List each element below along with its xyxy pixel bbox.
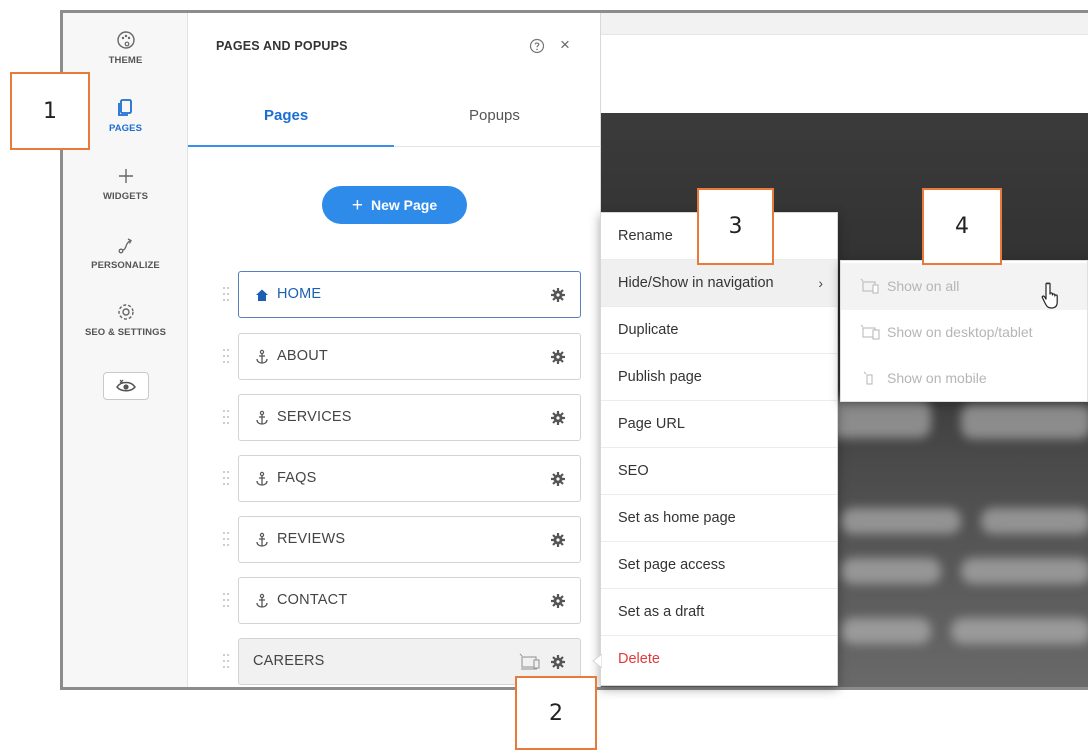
drag-handle[interactable] <box>223 408 229 428</box>
menu-item-label: Hide/Show in navigation <box>618 275 774 291</box>
page-row-contact[interactable]: CONTACT <box>223 577 581 624</box>
eye-icon <box>116 379 136 392</box>
panel-title: PAGES AND POPUPS <box>216 39 348 53</box>
anchor-icon <box>256 471 268 486</box>
drag-handle[interactable] <box>223 530 229 550</box>
callout-3: 3 <box>697 188 774 265</box>
menu-item-set-draft[interactable]: Set as a draft <box>601 589 837 636</box>
gear-icon[interactable] <box>550 593 566 609</box>
palette-icon <box>116 31 135 49</box>
preview-header-bar <box>601 13 1088 35</box>
preview-toggle-button[interactable] <box>103 372 149 400</box>
gear-icon[interactable] <box>550 532 566 548</box>
drag-handle[interactable] <box>223 469 229 489</box>
menu-item-delete[interactable]: Delete <box>601 636 837 683</box>
anchor-icon <box>256 532 268 547</box>
hidden-nav-icon <box>519 653 540 670</box>
page-context-menu: Rename Hide/Show in navigation › Duplica… <box>600 212 838 686</box>
drag-handle[interactable] <box>223 285 229 305</box>
callout-4: 4 <box>922 188 1002 265</box>
menu-item-page-url[interactable]: Page URL <box>601 401 837 448</box>
submenu-item-show-on-mobile[interactable]: Show on mobile <box>841 355 1087 402</box>
submenu-item-show-on-desktop-tablet[interactable]: Show on desktop/tablet <box>841 309 1087 356</box>
gear-icon[interactable] <box>550 287 566 303</box>
page-label: FAQS <box>277 470 317 486</box>
menu-item-seo[interactable]: SEO <box>601 448 837 495</box>
page-label: REVIEWS <box>277 531 346 547</box>
submenu-item-label: Show on all <box>887 278 960 294</box>
page-row-services[interactable]: SERVICES <box>223 394 581 441</box>
rail-item-seo-settings[interactable]: SEO & SETTINGS <box>63 301 188 338</box>
rail-item-label: WIDGETS <box>102 191 149 202</box>
personalize-icon <box>118 238 132 254</box>
gear-icon[interactable] <box>550 654 566 670</box>
rail-item-label: PERSONALIZE <box>91 260 160 271</box>
anchor-icon <box>256 349 268 364</box>
new-page-label: New Page <box>370 197 438 213</box>
gear-icon[interactable] <box>550 471 566 487</box>
tab-popups[interactable]: Popups <box>469 107 520 124</box>
pages-panel: PAGES AND POPUPS × Pages Popups + New Pa… <box>188 13 601 687</box>
page-row-home[interactable]: HOME <box>223 271 581 318</box>
drag-handle[interactable] <box>223 347 229 367</box>
pages-icon <box>117 99 132 116</box>
mobile-icon <box>863 371 873 385</box>
chevron-right-icon: › <box>818 275 823 291</box>
hand-cursor-icon <box>1041 282 1058 309</box>
rail-item-label: THEME <box>108 55 143 66</box>
anchor-icon <box>256 593 268 608</box>
menu-item-duplicate[interactable]: Duplicate <box>601 307 837 354</box>
page-label: CONTACT <box>277 592 348 608</box>
plus-icon <box>118 169 133 183</box>
page-label: SERVICES <box>277 409 352 425</box>
callout-2: 2 <box>515 676 597 750</box>
page-label: ABOUT <box>277 348 328 364</box>
tab-pages[interactable]: Pages <box>264 107 308 124</box>
drag-handle[interactable] <box>223 652 229 672</box>
page-row-about[interactable]: ABOUT <box>223 333 581 380</box>
plus-icon: + <box>351 194 363 216</box>
close-icon[interactable]: × <box>560 36 570 54</box>
page-row-faqs[interactable]: FAQS <box>223 455 581 502</box>
rail-item-label: SEO & SETTINGS <box>84 327 167 338</box>
active-tab-indicator <box>188 145 394 147</box>
callout-1: 1 <box>10 72 90 150</box>
home-icon <box>256 289 268 301</box>
rail-item-theme[interactable]: THEME <box>63 29 188 66</box>
page-row-reviews[interactable]: REVIEWS <box>223 516 581 563</box>
menu-item-publish-page[interactable]: Publish page <box>601 354 837 401</box>
drag-handle[interactable] <box>223 591 229 611</box>
menu-item-set-page-access[interactable]: Set page access <box>601 542 837 589</box>
page-label: HOME <box>277 286 322 302</box>
submenu-item-label: Show on desktop/tablet <box>887 324 1033 340</box>
new-page-button[interactable]: + New Page <box>322 186 467 224</box>
rail-item-widgets[interactable]: WIDGETS <box>63 165 188 202</box>
gear-icon[interactable] <box>550 349 566 365</box>
gear-icon[interactable] <box>550 410 566 426</box>
anchor-icon <box>256 410 268 425</box>
page-label: CAREERS <box>253 653 325 669</box>
panel-tabs: Pages Popups <box>188 87 601 147</box>
menu-item-hide-show-navigation[interactable]: Hide/Show in navigation › <box>601 260 837 307</box>
menu-pointer <box>592 654 602 668</box>
desktop-tablet-icon <box>860 324 880 340</box>
help-icon[interactable] <box>529 38 545 54</box>
rail-item-personalize[interactable]: PERSONALIZE <box>63 234 188 271</box>
submenu-item-label: Show on mobile <box>887 370 987 386</box>
menu-item-set-home-page[interactable]: Set as home page <box>601 495 837 542</box>
desktop-mobile-icon <box>860 278 879 294</box>
gear-icon <box>117 304 134 320</box>
